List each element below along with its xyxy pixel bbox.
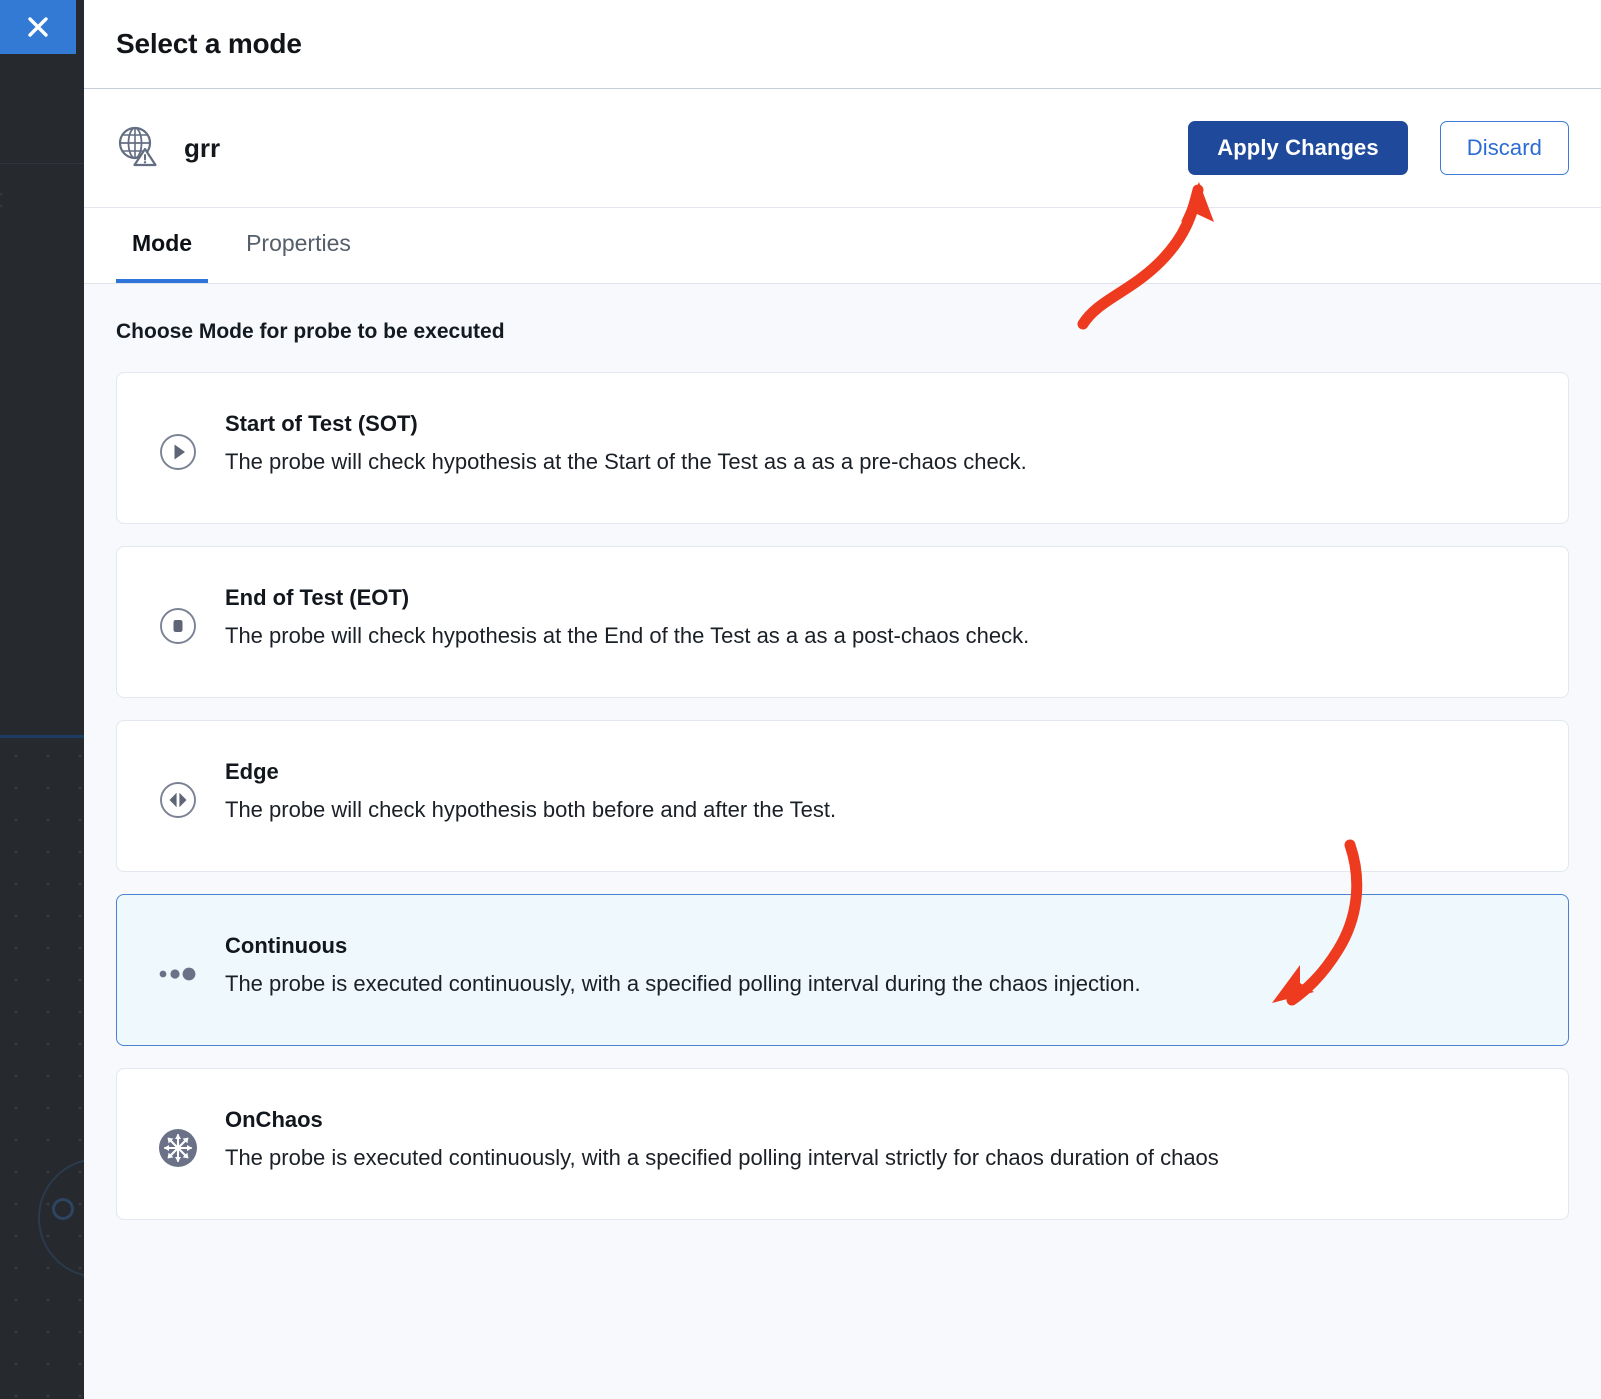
panel-tabs: Mode Properties bbox=[84, 208, 1601, 284]
mode-card-continuous[interactable]: Continuous The probe is executed continu… bbox=[116, 894, 1569, 1046]
mode-title: Start of Test (SOT) bbox=[225, 411, 418, 436]
mode-description: The probe is executed continuously, with… bbox=[225, 1145, 1219, 1170]
stop-circle-icon bbox=[147, 595, 209, 657]
mode-text-edge: Edge The probe will check hypothesis bot… bbox=[209, 749, 836, 824]
probe-name-label: grr bbox=[184, 132, 221, 163]
section-heading: Choose Mode for probe to be executed bbox=[116, 320, 505, 343]
mode-card-sot[interactable]: Start of Test (SOT) The probe will check… bbox=[116, 372, 1569, 524]
http-probe-globe-warning-icon bbox=[114, 123, 160, 174]
left-right-arrows-circle-icon bbox=[147, 769, 209, 831]
backdrop-divider-top bbox=[0, 163, 84, 164]
mode-text-onchaos: OnChaos The probe is executed continuous… bbox=[209, 1097, 1219, 1172]
probe-actions: Apply Changes Discard bbox=[1188, 121, 1569, 175]
dimmed-background-canvas: iment bbox=[0, 0, 84, 1399]
chaos-burst-icon bbox=[147, 1117, 209, 1179]
tab-mode[interactable]: Mode bbox=[116, 208, 209, 283]
probe-toolbar: grr Apply Changes Discard bbox=[84, 89, 1601, 208]
select-mode-panel: Select a mode grr Apply Changes Discard bbox=[84, 0, 1601, 1399]
apply-changes-button[interactable]: Apply Changes bbox=[1188, 121, 1408, 175]
backdrop-node-handle bbox=[52, 1198, 74, 1220]
three-dots-icon bbox=[147, 943, 209, 1005]
discard-button[interactable]: Discard bbox=[1439, 121, 1569, 175]
mode-card-edge[interactable]: Edge The probe will check hypothesis bot… bbox=[116, 720, 1569, 872]
mode-text-continuous: Continuous The probe is executed continu… bbox=[209, 923, 1141, 998]
page-title: Select a mode bbox=[116, 28, 302, 59]
mode-option-list: Start of Test (SOT) The probe will check… bbox=[116, 372, 1569, 1220]
mode-title: Edge bbox=[225, 759, 279, 784]
panel-body: Choose Mode for probe to be executed Sta… bbox=[84, 284, 1601, 1399]
mode-description: The probe will check hypothesis both bef… bbox=[225, 797, 837, 822]
mode-description: The probe will check hypothesis at the S… bbox=[225, 449, 1027, 474]
mode-card-eot[interactable]: End of Test (EOT) The probe will check h… bbox=[116, 546, 1569, 698]
probe-identity: grr bbox=[114, 123, 220, 174]
mode-description: The probe will check hypothesis at the E… bbox=[225, 623, 1030, 648]
close-panel-button[interactable] bbox=[0, 0, 76, 54]
mode-card-onchaos[interactable]: OnChaos The probe is executed continuous… bbox=[116, 1068, 1569, 1220]
mode-title: OnChaos bbox=[225, 1107, 323, 1132]
mode-title: End of Test (EOT) bbox=[225, 585, 410, 610]
tab-properties[interactable]: Properties bbox=[230, 208, 367, 283]
backdrop-partial-label: iment bbox=[0, 183, 84, 214]
backdrop-divider-bottom bbox=[0, 735, 84, 738]
mode-text-sot: Start of Test (SOT) The probe will check… bbox=[209, 401, 1027, 476]
panel-header: Select a mode bbox=[84, 0, 1601, 89]
mode-text-eot: End of Test (EOT) The probe will check h… bbox=[209, 575, 1029, 650]
close-icon bbox=[23, 12, 53, 42]
play-circle-icon bbox=[147, 421, 209, 483]
backdrop-dot-grid bbox=[0, 740, 84, 1399]
mode-title: Continuous bbox=[225, 933, 348, 958]
mode-description: The probe is executed continuously, with… bbox=[225, 971, 1141, 996]
